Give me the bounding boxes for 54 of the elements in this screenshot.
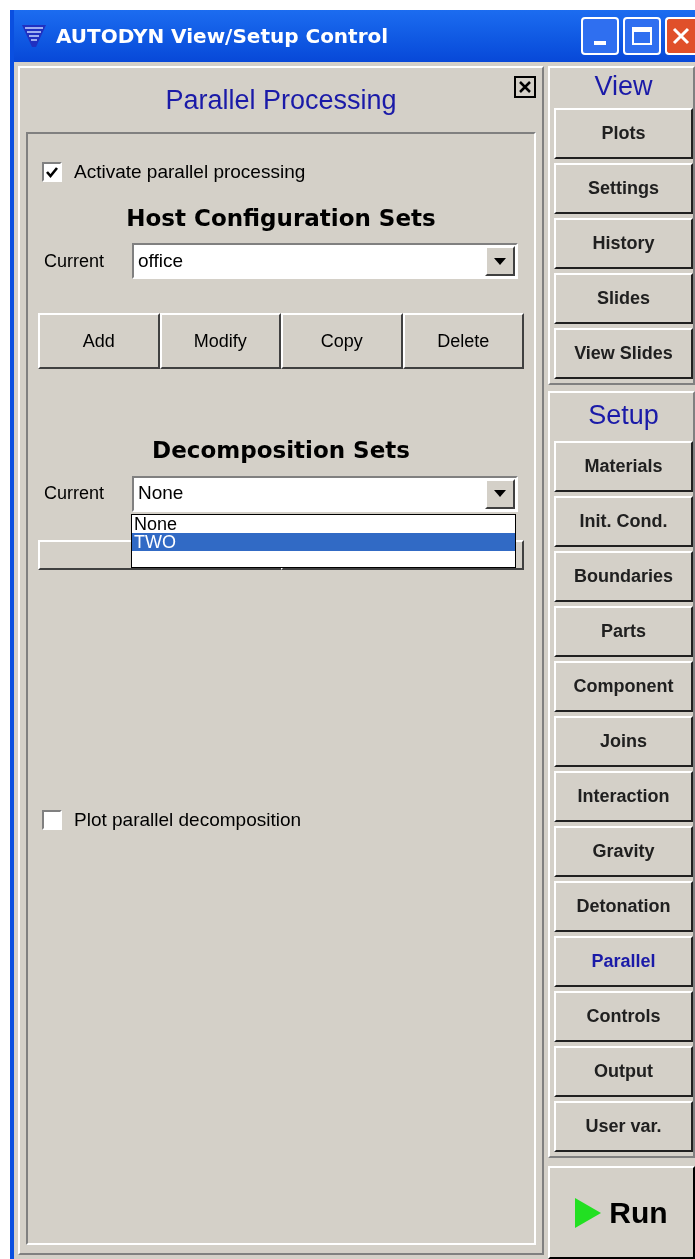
- dropdown-field[interactable]: None: [132, 475, 518, 512]
- dropdown-option[interactable]: None: [132, 514, 515, 533]
- group-heading: Setup: [587, 399, 660, 432]
- checkmark-icon: [45, 165, 59, 180]
- action-button[interactable]: Modify: [159, 313, 281, 369]
- current-label: Current: [44, 482, 106, 505]
- sidebar-button[interactable]: Init. Cond.: [554, 496, 693, 547]
- sidebar-button[interactable]: Interaction: [554, 771, 693, 822]
- caret-icon: [494, 490, 506, 497]
- checkbox[interactable]: [42, 162, 62, 183]
- action-button[interactable]: Add: [38, 313, 160, 369]
- checkbox[interactable]: [42, 809, 62, 830]
- action-button[interactable]: Delete: [402, 313, 524, 369]
- minimize-icon: [594, 41, 606, 45]
- sidebar-button[interactable]: View Slides: [554, 328, 693, 379]
- close-button[interactable]: [665, 17, 695, 55]
- play-icon: [575, 1197, 602, 1228]
- sidebar-button[interactable]: Detonation: [554, 881, 693, 932]
- current-label: Current: [44, 249, 106, 273]
- dropdown-arrow-button[interactable]: [485, 246, 515, 276]
- dropdown-option[interactable]: TWO: [132, 532, 515, 551]
- maximize-icon: [632, 27, 652, 45]
- checkbox-label: Plot parallel decomposition: [74, 807, 302, 832]
- sidebar-button[interactable]: Parallel: [554, 936, 693, 987]
- window-title: AUTODYN View/Setup Control: [56, 23, 389, 50]
- sidebar-button[interactable]: Controls: [554, 991, 693, 1042]
- dropdown-arrow-button[interactable]: [485, 478, 515, 509]
- sidebar-button[interactable]: Settings: [554, 163, 693, 214]
- close-panel-button[interactable]: [514, 76, 536, 98]
- caret-icon: [494, 257, 506, 265]
- dropdown-field[interactable]: office: [132, 243, 518, 279]
- checkbox-label: Activate parallel processing: [74, 160, 306, 184]
- sidebar-button[interactable]: Parts: [554, 606, 693, 657]
- sidebar-button[interactable]: Component: [554, 661, 693, 712]
- section-heading: Host Configuration Sets: [125, 203, 437, 233]
- close-icon: [672, 27, 690, 45]
- minimize-button[interactable]: [581, 17, 619, 55]
- sidebar-button[interactable]: Boundaries: [554, 551, 693, 602]
- sidebar-button[interactable]: User var.: [554, 1101, 693, 1152]
- panel-title: Parallel Processing: [165, 83, 397, 117]
- sidebar-button[interactable]: Output: [554, 1046, 693, 1097]
- section-heading: Decomposition Sets: [151, 436, 411, 465]
- sidebar-button[interactable]: Gravity: [554, 826, 693, 877]
- sidebar-button[interactable]: Slides: [554, 273, 693, 324]
- sidebar-button[interactable]: Plots: [554, 108, 693, 159]
- run-button[interactable]: Run: [548, 1166, 695, 1259]
- sidebar-button[interactable]: Joins: [554, 716, 693, 767]
- maximize-button[interactable]: [623, 17, 661, 55]
- app-logo-icon: [20, 23, 48, 49]
- group-heading: View: [593, 70, 654, 103]
- close-icon: [519, 81, 531, 93]
- action-button[interactable]: Copy: [281, 313, 403, 369]
- sidebar-button[interactable]: Materials: [554, 441, 693, 492]
- sidebar-button[interactable]: History: [554, 218, 693, 269]
